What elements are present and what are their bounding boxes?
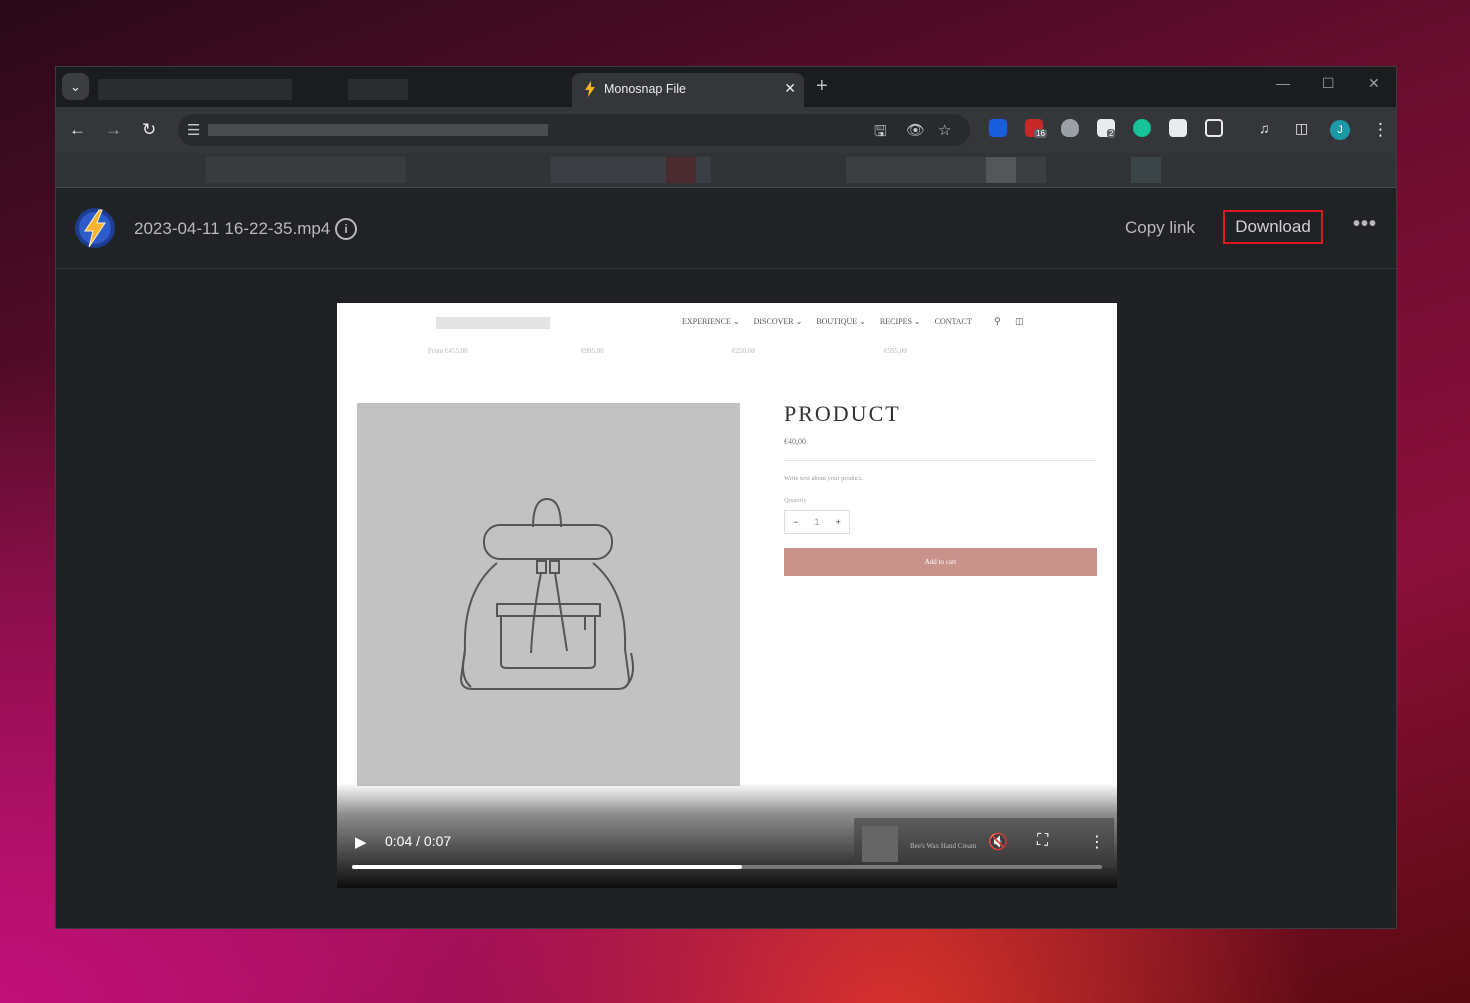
maximize-icon[interactable]: ☐ (1322, 75, 1335, 92)
quantity-value: 1 (814, 517, 820, 527)
grammarly-extension-icon[interactable] (1133, 119, 1151, 137)
extension-badge: 16 (1034, 129, 1047, 138)
side-panel-icon[interactable]: ◫ (1295, 120, 1308, 137)
site-nav: EXPERIENCE ⌄ DISCOVER ⌄ BOUTIQUE ⌄ RECIP… (682, 317, 972, 326)
extension-icon[interactable]: 16 (1025, 119, 1047, 138)
video-progress-bar[interactable] (352, 865, 1102, 869)
time-display: 0:04 / 0:07 (385, 833, 452, 849)
quantity-label: Quantity (784, 497, 807, 504)
site-cart-icon: ◫ (1015, 316, 1024, 326)
price-label: From €455,00 (428, 347, 468, 355)
browser-toolbar: ← → ↻ ☰ 🖫 👁 ☆ 16 2 ♫ ◫ J ⋮ (56, 107, 1396, 153)
blurred-bookmark[interactable] (206, 157, 406, 183)
back-icon[interactable]: ← (69, 120, 86, 140)
site-nav-item: CONTACT (934, 317, 972, 326)
sticky-product-thumbnail (862, 826, 898, 862)
download-button[interactable]: Download (1223, 210, 1323, 244)
product-title: PRODUCT (784, 401, 901, 426)
tab-monosnap-file[interactable]: Monosnap File ✕ (572, 73, 804, 107)
quantity-stepper: − 1 + (784, 510, 850, 534)
price-label: €595,00 (884, 347, 907, 355)
forward-icon[interactable]: → (105, 120, 122, 140)
blurred-bookmark[interactable] (986, 157, 1016, 183)
play-icon[interactable]: ▶ (355, 833, 367, 851)
tab-strip: ⌄ Monosnap File ✕ + — ☐ ✕ (56, 67, 1396, 107)
tab-close-icon[interactable]: ✕ (784, 80, 796, 97)
chevron-down-icon: ⌄ (70, 78, 81, 94)
site-nav-item: BOUTIQUE ⌄ (816, 317, 866, 326)
reload-icon[interactable]: ↻ (142, 120, 156, 140)
info-icon[interactable]: i (335, 218, 357, 240)
site-logo (436, 317, 550, 329)
window-close-icon[interactable]: ✕ (1368, 75, 1380, 92)
shield-extension-icon[interactable] (1061, 119, 1079, 137)
price-label: €250,00 (732, 347, 755, 355)
fullscreen-icon[interactable]: ⛶ (1037, 832, 1048, 850)
new-tab-button[interactable]: + (816, 75, 828, 98)
sticky-product-name: Bee's Wax Hand Cream (910, 842, 977, 850)
blurred-tab[interactable] (348, 79, 408, 100)
quantity-minus: − (793, 517, 799, 527)
bookmarks-bar (56, 153, 1396, 188)
sticky-cart-bar: Bee's Wax Hand Cream (854, 818, 1114, 868)
more-options-icon[interactable]: ••• (1353, 213, 1377, 236)
file-name: 2023-04-11 16-22-35.mp4 (134, 219, 331, 238)
video-menu-icon[interactable]: ⋮ (1089, 832, 1105, 852)
quantity-plus: + (835, 517, 841, 527)
blurred-bookmark[interactable] (666, 157, 696, 183)
blurred-tab[interactable] (98, 79, 292, 100)
add-to-cart-button: Add to cart (784, 548, 1097, 576)
copy-link-button[interactable]: Copy link (1125, 218, 1195, 238)
blurred-bookmark[interactable] (1131, 157, 1161, 183)
product-description: Write text about your product. (784, 475, 863, 482)
mute-icon[interactable]: 🔇 (988, 832, 1008, 852)
site-nav-item: DISCOVER ⌄ (753, 317, 803, 326)
blurred-url (208, 124, 548, 136)
install-app-icon[interactable]: 🖫 (874, 121, 887, 146)
eye-extension-icon[interactable] (1169, 119, 1187, 137)
bitwarden-extension-icon[interactable] (989, 119, 1007, 137)
monosnap-favicon-icon (585, 81, 595, 97)
media-controls-icon[interactable]: ♫ (1259, 120, 1270, 136)
price-label: €995,00 (581, 347, 604, 355)
site-search-icon: ⚲ (994, 316, 1001, 326)
tab-title: Monosnap File (604, 82, 686, 96)
product-price: €40,00 (784, 437, 806, 446)
product-image (357, 403, 740, 786)
site-settings-icon[interactable]: ☰ (187, 121, 200, 139)
address-bar[interactable]: ☰ 🖫 👁 ☆ (178, 114, 970, 146)
site-nav-item: EXPERIENCE ⌄ (682, 317, 740, 326)
extensions-puzzle-icon[interactable] (1205, 119, 1223, 137)
monosnap-logo-icon[interactable] (74, 207, 116, 249)
profile-avatar[interactable]: J (1330, 120, 1350, 140)
extension-badge: 2 (1107, 129, 1116, 138)
mail-extension-icon[interactable]: 2 (1097, 119, 1116, 138)
minimize-icon[interactable]: — (1276, 75, 1290, 91)
blurred-bookmark[interactable] (846, 157, 1046, 183)
monosnap-header: 2023-04-11 16-22-35.mp4 i Copy link Down… (56, 188, 1396, 269)
site-nav-item: RECIPES ⌄ (879, 317, 921, 326)
backpack-icon (459, 497, 634, 690)
tab-search-button[interactable]: ⌄ (62, 73, 89, 100)
browser-menu-icon[interactable]: ⋮ (1372, 120, 1389, 140)
video-progress-fill (352, 865, 742, 869)
video-player[interactable]: EXPERIENCE ⌄ DISCOVER ⌄ BOUTIQUE ⌄ RECIP… (337, 303, 1117, 888)
divider (784, 460, 1097, 461)
bookmark-star-icon[interactable]: ☆ (938, 121, 951, 139)
browser-window: ⌄ Monosnap File ✕ + — ☐ ✕ ← → ↻ ☰ 🖫 👁 ☆ … (55, 66, 1397, 929)
tracking-protection-icon[interactable]: 👁 (906, 121, 925, 139)
